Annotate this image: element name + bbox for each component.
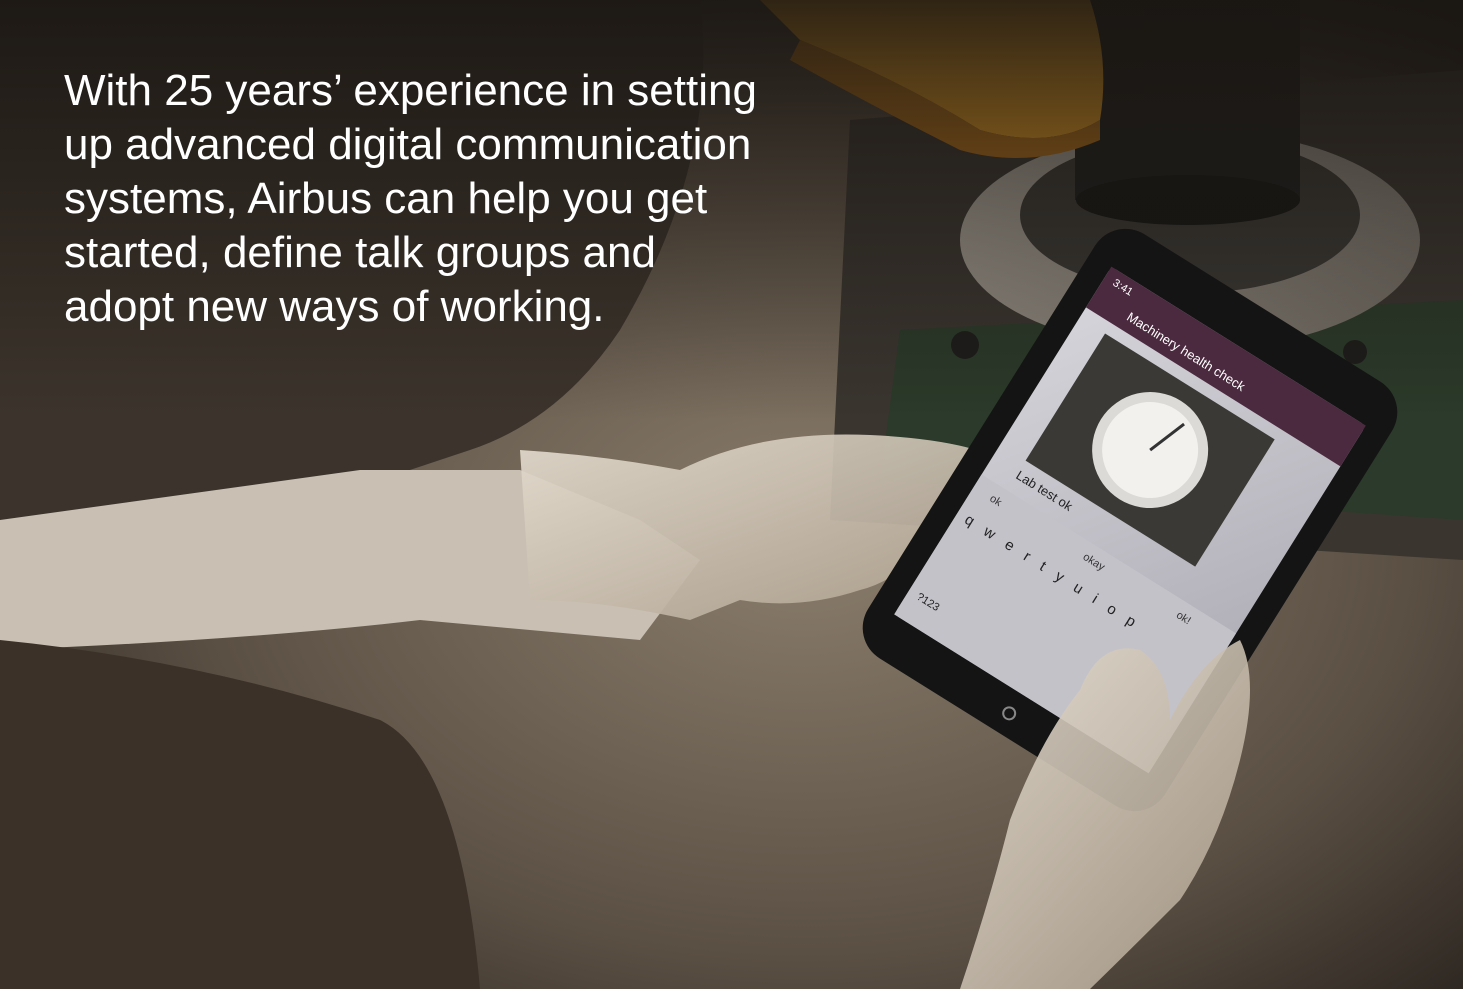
caption-line: With 25 years’ experience in setting <box>64 66 757 115</box>
caption-line: systems, Airbus can help you get <box>64 174 708 223</box>
caption-line: adopt new ways of working. <box>64 282 605 331</box>
caption-text: With 25 years’ experience in setting up … <box>64 64 784 334</box>
caption-line: started, define talk groups and <box>64 228 656 277</box>
caption-line: up advanced digital communication <box>64 120 752 169</box>
